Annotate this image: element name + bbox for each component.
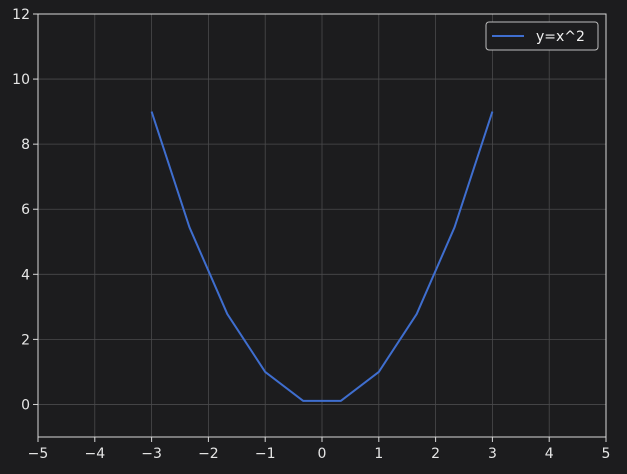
line-chart: −5 −4 −3 −2 −1 0 1 2 3 4 5 024681012 y=x^2 [12,7,611,462]
x-tick-label: 4 [545,446,554,462]
y-tick-label: 4 [21,267,30,283]
x-tick-label: −4 [84,446,105,462]
x-axis-ticks: −5 −4 −3 −2 −1 0 1 2 3 4 5 [28,437,611,462]
y-tick-label: 10 [12,72,30,88]
x-tick-label: −1 [255,446,276,462]
x-tick-label: 2 [431,446,440,462]
x-tick-label: −3 [141,446,162,462]
chart-figure: −5 −4 −3 −2 −1 0 1 2 3 4 5 0 2 4 6 8 10 12 y=x^2 [0,0,627,474]
y-tick-label: 8 [21,137,30,153]
x-tick-label: −5 [28,446,49,462]
x-tick-label: 0 [318,446,327,462]
y-tick-label: 0 [21,397,30,413]
x-tick-label: 3 [488,446,497,462]
legend: y=x^2 [485,21,599,51]
y-tick-label: 2 [21,332,30,348]
legend-label-y-x2: y=x^2 [536,29,585,45]
grid-lines [37,13,607,437]
x-tick-label: −2 [198,446,219,462]
y-axis-ticks: 0 2 4 6 8 10 12 [12,7,38,413]
x-tick-label: 1 [374,446,383,462]
y-tick-label: 12 [12,7,30,23]
x-tick-label: 5 [602,446,611,462]
y-tick-label: 6 [21,202,30,218]
